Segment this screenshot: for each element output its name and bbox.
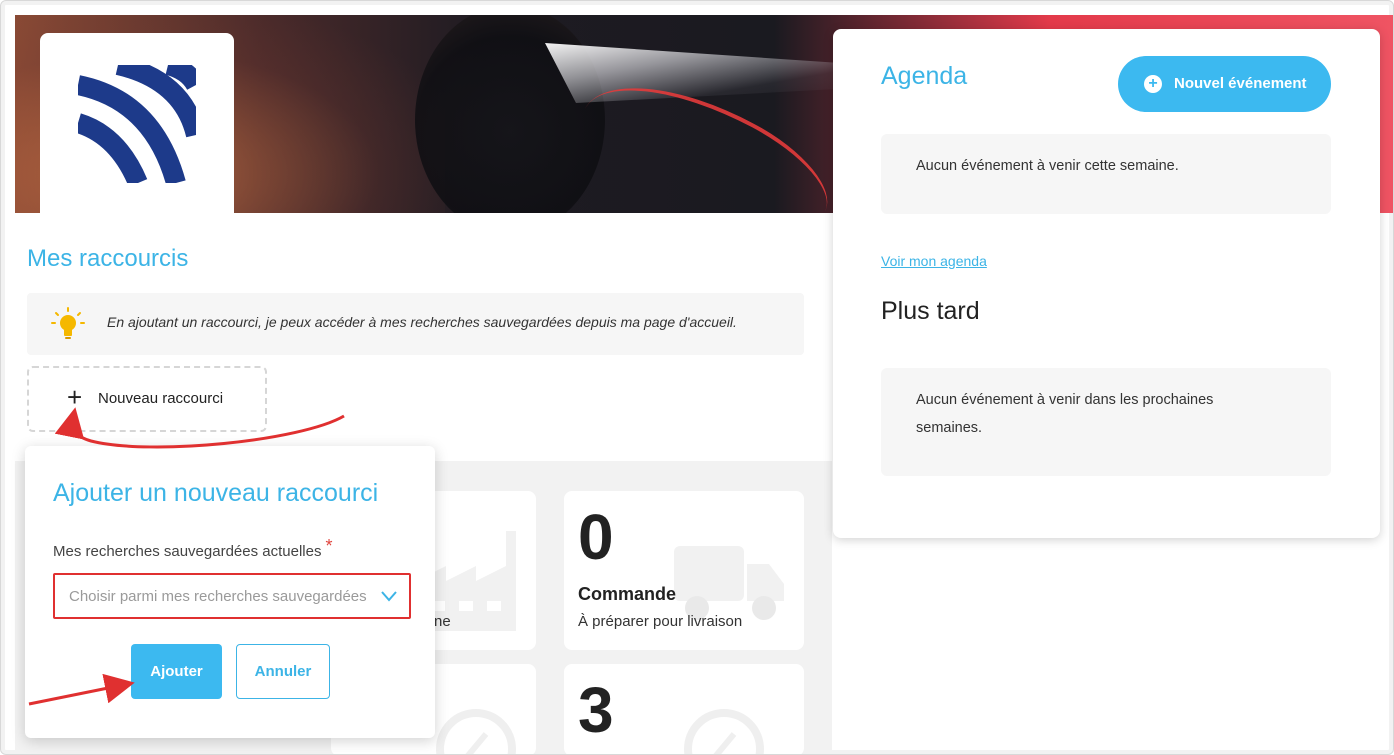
app-frame: Mes raccourcis En ajoutant un raccourci,… <box>0 0 1394 755</box>
saved-searches-label: Mes recherches sauvegardées actuelles * <box>53 536 333 561</box>
add-shortcut-modal: Ajouter un nouveau raccourci Mes recherc… <box>25 446 435 738</box>
new-shortcut-button[interactable]: + Nouveau raccourci <box>27 366 267 432</box>
tile-bottom-right-count: 3 <box>578 674 614 746</box>
new-event-button[interactable]: + Nouvel événement <box>1118 56 1331 112</box>
saved-searches-label-text: Mes recherches sauvegardées actuelles <box>53 543 322 560</box>
lightbulb-icon <box>51 307 85 339</box>
shortcuts-tip: En ajoutant un raccourci, je peux accéde… <box>27 293 804 355</box>
agenda-later-title: Plus tard <box>881 297 980 325</box>
required-mark: * <box>325 536 333 556</box>
banner-headlight <box>545 43 855 103</box>
gauge-icon <box>684 709 764 754</box>
add-button[interactable]: Ajouter <box>131 644 222 699</box>
tile-bottom-right[interactable]: 3 <box>564 664 804 754</box>
tile-partial-text: ne <box>434 613 451 630</box>
shortcuts-title: Mes raccourcis <box>27 245 189 272</box>
cancel-button[interactable]: Annuler <box>236 644 330 699</box>
saved-searches-placeholder: Choisir parmi mes recherches sauvegardée… <box>69 588 367 605</box>
tile-orders-subtitle: À préparer pour livraison <box>578 613 743 630</box>
agenda-this-week-text: Aucun événement à venir cette semaine. <box>916 158 1179 174</box>
agenda-later-text: Aucun événement à venir dans les prochai… <box>916 392 1214 436</box>
plus-icon: + <box>67 382 83 412</box>
gauge-icon <box>436 709 516 754</box>
plus-circle-icon: + <box>1144 75 1162 93</box>
tile-orders-count: 0 <box>578 501 614 573</box>
company-logo-icon <box>78 65 196 183</box>
agenda-this-week: Aucun événement à venir cette semaine. <box>881 134 1331 214</box>
saved-searches-select[interactable]: Choisir parmi mes recherches sauvegardée… <box>53 573 411 619</box>
tip-text: En ajoutant un raccourci, je peux accéde… <box>107 314 737 330</box>
chevron-down-icon <box>381 591 397 602</box>
view-agenda-link[interactable]: Voir mon agenda <box>881 253 987 269</box>
tile-orders[interactable]: 0 Commande À préparer pour livraison <box>564 491 804 650</box>
company-logo-card <box>40 33 234 215</box>
agenda-later: Aucun événement à venir dans les prochai… <box>881 368 1331 476</box>
new-shortcut-label: Nouveau raccourci <box>98 390 224 407</box>
tile-orders-title: Commande <box>578 584 677 604</box>
banner-car-wheel <box>415 15 605 213</box>
modal-title: Ajouter un nouveau raccourci <box>53 479 379 507</box>
new-event-label: Nouvel événement <box>1174 75 1307 92</box>
agenda-title: Agenda <box>881 62 968 90</box>
agenda-card: Agenda + Nouvel événement Aucun événemen… <box>833 29 1380 538</box>
